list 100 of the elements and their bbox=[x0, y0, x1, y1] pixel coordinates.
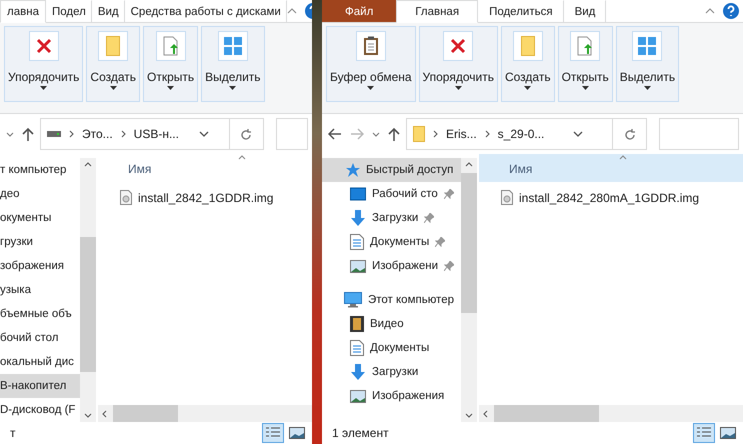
scroll-left-icon[interactable] bbox=[102, 410, 107, 418]
ribbon-tab[interactable]: Файл bbox=[322, 0, 396, 22]
ribbon-tab[interactable]: Средства работы с дисками bbox=[124, 0, 287, 22]
scroll-left-icon[interactable] bbox=[483, 410, 488, 418]
breadcrumb[interactable]: Eris... bbox=[446, 127, 477, 141]
scroll-up-icon[interactable] bbox=[84, 162, 92, 167]
chevron-icon bbox=[484, 130, 490, 138]
refresh-icon bbox=[240, 128, 252, 140]
list-icon bbox=[266, 427, 280, 439]
chevron-icon bbox=[69, 130, 74, 138]
ribbon-button[interactable]: Открыть bbox=[562, 31, 609, 90]
disc-image-file-icon bbox=[120, 190, 132, 205]
ribbon-tab[interactable]: Главная bbox=[396, 0, 478, 23]
refresh-icon bbox=[624, 128, 636, 140]
nav-label: део bbox=[0, 188, 20, 200]
recent-caret-button[interactable] bbox=[4, 130, 16, 138]
ribbon-button[interactable]: Выделить bbox=[205, 31, 261, 90]
nav-item[interactable]: D-дисковод (F bbox=[0, 398, 80, 422]
folder-icon bbox=[413, 126, 425, 142]
breadcrumb[interactable]: Это... bbox=[82, 127, 113, 141]
nav-label: бочий стол bbox=[0, 332, 59, 344]
address-bar[interactable]: Eris... s_29-0... bbox=[406, 118, 647, 150]
scroll-down-icon[interactable] bbox=[465, 413, 473, 418]
ribbon-button[interactable]: Открыть bbox=[147, 31, 194, 90]
address-bar[interactable]: Это... USB-н... bbox=[40, 118, 264, 150]
film-icon bbox=[350, 316, 364, 332]
monitor-icon bbox=[344, 292, 362, 308]
details-view-button[interactable] bbox=[262, 423, 284, 443]
nav-label: Изображени bbox=[372, 260, 438, 272]
nav-label: Документы bbox=[370, 236, 430, 248]
vertical-scrollbar[interactable] bbox=[461, 158, 477, 422]
recent-caret-button[interactable] bbox=[370, 130, 382, 138]
nav-label: окальный дис bbox=[0, 356, 74, 368]
column-header[interactable]: Имя bbox=[98, 154, 312, 182]
nav-item[interactable]: Видео bbox=[322, 312, 461, 336]
nav-label: D-дисковод (F bbox=[0, 404, 76, 416]
details-view-button[interactable] bbox=[693, 423, 715, 443]
nav-item[interactable]: Рабочий сто bbox=[322, 182, 461, 206]
nav-item[interactable]: Документы bbox=[322, 336, 461, 360]
back-arrow-button[interactable] bbox=[326, 126, 344, 142]
nav-item[interactable]: Загрузки bbox=[322, 360, 461, 384]
up-arrow-button[interactable] bbox=[20, 125, 36, 143]
breadcrumb[interactable]: USB-н... bbox=[134, 127, 179, 141]
nav-item[interactable]: бочий стол bbox=[0, 326, 80, 350]
caret-icon bbox=[40, 86, 48, 90]
caret-icon bbox=[110, 86, 117, 90]
file-item[interactable]: install_2842_1GDDR.img bbox=[98, 182, 312, 205]
ribbon-button[interactable]: Выделить bbox=[620, 31, 676, 90]
ribbon-button[interactable]: Буфер обмена bbox=[330, 31, 412, 90]
nav-item[interactable]: Документы bbox=[322, 230, 461, 254]
caret-icon bbox=[524, 86, 532, 90]
nav-item[interactable]: Изображения bbox=[322, 384, 461, 408]
nav-item[interactable]: узыка bbox=[0, 278, 80, 302]
search-field[interactable] bbox=[276, 118, 308, 150]
nav-item[interactable]: грузки bbox=[0, 230, 80, 254]
nav-item[interactable]: окальный дис bbox=[0, 350, 80, 374]
star-icon bbox=[344, 162, 360, 178]
chevron-up-icon[interactable] bbox=[705, 8, 715, 14]
nav-label: Документы bbox=[370, 342, 430, 354]
nav-item[interactable]: Этот компьютер bbox=[322, 288, 461, 312]
nav-item[interactable]: B-накопител bbox=[0, 374, 80, 398]
ribbon-button[interactable]: Упорядочить bbox=[8, 31, 80, 90]
document-icon bbox=[350, 234, 364, 250]
chevron-up-icon[interactable] bbox=[286, 8, 297, 14]
nav-item[interactable]: т компьютер bbox=[0, 158, 80, 182]
nav-item[interactable]: Изображени bbox=[322, 254, 461, 278]
folder-icon bbox=[520, 36, 535, 56]
nav-item[interactable]: део bbox=[0, 182, 80, 206]
grid-icon bbox=[222, 36, 243, 56]
ribbon-tab[interactable]: лавна bbox=[0, 0, 46, 23]
dropdown-caret-icon[interactable] bbox=[198, 131, 209, 137]
nav-item[interactable]: Загрузки bbox=[322, 206, 461, 230]
breadcrumb[interactable]: s_29-0... bbox=[498, 127, 544, 141]
ribbon-button[interactable]: Упорядочить bbox=[422, 31, 494, 90]
up-arrow-button[interactable] bbox=[386, 125, 402, 143]
caret-icon bbox=[582, 86, 589, 90]
column-header[interactable]: Имя bbox=[479, 154, 743, 182]
status-text: т bbox=[10, 426, 16, 440]
nav-item[interactable]: окументы bbox=[0, 206, 80, 230]
folder-icon bbox=[106, 36, 120, 56]
ribbon-button[interactable]: Создать bbox=[504, 31, 551, 90]
scroll-up-icon[interactable] bbox=[465, 162, 473, 167]
ribbon-button[interactable]: Создать bbox=[90, 31, 136, 90]
horizontal-scrollbar[interactable] bbox=[98, 405, 312, 422]
nav-item[interactable]: Быстрый доступ bbox=[322, 158, 461, 182]
dropdown-caret-icon[interactable] bbox=[573, 131, 584, 137]
caret-icon bbox=[167, 86, 174, 90]
delete-x-icon bbox=[36, 38, 52, 54]
help-icon[interactable] bbox=[723, 3, 739, 19]
search-field[interactable] bbox=[659, 118, 739, 150]
scroll-down-icon[interactable] bbox=[84, 413, 92, 418]
nav-item[interactable]: зображения bbox=[0, 254, 80, 278]
vertical-scrollbar[interactable] bbox=[80, 158, 96, 422]
nav-label: окументы bbox=[0, 212, 52, 224]
nav-item[interactable]: бъемные объ bbox=[0, 302, 80, 326]
nav-label: Быстрый доступ bbox=[366, 164, 454, 176]
list-icon bbox=[697, 427, 711, 439]
ribbon-tab[interactable]: Вид bbox=[564, 0, 606, 22]
file-item[interactable]: install_2842_280mA_1GDDR.img bbox=[479, 182, 743, 205]
horizontal-scrollbar[interactable] bbox=[479, 405, 743, 422]
